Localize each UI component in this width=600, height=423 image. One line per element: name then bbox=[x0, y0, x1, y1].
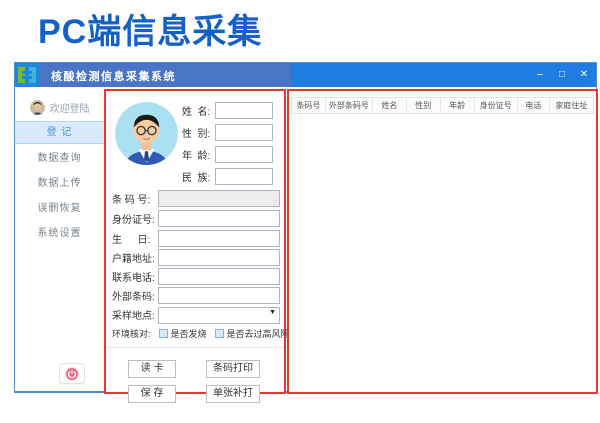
sidebar-menu: 登 记 数据查询 数据上传 误删恢复 系统设置 bbox=[15, 121, 104, 246]
power-button[interactable] bbox=[59, 363, 85, 384]
save-button[interactable]: 保 存 bbox=[128, 385, 176, 403]
single-reprint-button[interactable]: 单张补打 bbox=[206, 385, 260, 403]
external-barcode-input[interactable] bbox=[158, 287, 280, 304]
col-header-phone[interactable]: 电话 bbox=[518, 98, 550, 113]
birthday-label: 生 日: bbox=[112, 231, 158, 246]
field-row-birthday: 生 日: bbox=[112, 230, 280, 247]
page-title: PC端信息采集 bbox=[38, 4, 262, 53]
address-input[interactable] bbox=[158, 249, 280, 266]
records-table-panel: 条码号 外部条码号 姓名 性别 年龄 身份证号 电话 家庭住址 bbox=[287, 89, 598, 394]
age-input[interactable] bbox=[215, 146, 273, 163]
field-row-external-barcode: 外部条码: bbox=[112, 287, 280, 304]
table-header-row: 条码号 外部条码号 姓名 性别 年龄 身份证号 电话 家庭住址 bbox=[291, 97, 594, 114]
col-header-home-address[interactable]: 家庭住址 bbox=[550, 98, 593, 113]
fever-checkbox-label: 是否发烧 bbox=[171, 327, 207, 340]
gender-label: 性 别: bbox=[182, 125, 210, 140]
age-label: 年 龄: bbox=[182, 147, 210, 162]
field-row-phone: 联系电话: bbox=[112, 268, 280, 285]
maximize-button[interactable]: □ bbox=[556, 63, 568, 87]
minimize-button[interactable]: – bbox=[534, 63, 546, 87]
ethnicity-label: 民 族: bbox=[182, 169, 210, 184]
barcode-label: 条 码 号: bbox=[112, 191, 158, 206]
window-controls: – □ ✕ bbox=[534, 63, 590, 87]
window-titlebar: 核酸检测信息采集系统 – □ ✕ bbox=[15, 63, 596, 87]
environment-check-row: 环境核对: 是否发烧 是否去过高风险地区 bbox=[112, 327, 308, 340]
fever-checkbox[interactable] bbox=[159, 329, 168, 338]
id-number-label: 身份证号: bbox=[112, 211, 158, 226]
screenshot-stage: PC端信息采集 核酸检测信息采集系统 – □ ✕ bbox=[0, 0, 600, 423]
user-avatar bbox=[30, 100, 45, 115]
phone-input[interactable] bbox=[158, 268, 280, 285]
field-row-id-number: 身份证号: bbox=[112, 210, 280, 227]
app-logo-icon bbox=[15, 63, 39, 87]
patient-avatar-illustration bbox=[115, 102, 178, 165]
environment-check-label: 环境核对: bbox=[112, 327, 151, 340]
id-number-input[interactable] bbox=[158, 210, 280, 227]
col-header-age[interactable]: 年龄 bbox=[441, 98, 475, 113]
high-risk-area-checkbox[interactable] bbox=[215, 329, 224, 338]
address-label: 户籍地址: bbox=[112, 250, 158, 265]
barcode-input[interactable] bbox=[158, 190, 280, 207]
birthday-input[interactable] bbox=[158, 230, 280, 247]
col-header-name[interactable]: 姓名 bbox=[373, 98, 407, 113]
col-header-external-barcode[interactable]: 外部条码号 bbox=[326, 98, 373, 113]
field-row-address: 户籍地址: bbox=[112, 249, 280, 266]
sampling-site-label: 采样地点: bbox=[112, 307, 158, 322]
name-input[interactable] bbox=[215, 102, 273, 119]
form-divider bbox=[106, 347, 284, 348]
external-barcode-label: 外部条码: bbox=[112, 288, 158, 303]
registration-form-panel: 姓 名: 性 别: 年 龄: 民 族: 条 码 号: 身份证号: bbox=[104, 89, 286, 394]
table-body-empty bbox=[291, 114, 594, 390]
name-label: 姓 名: bbox=[182, 103, 210, 118]
sidebar-item-data-upload[interactable]: 数据上传 bbox=[15, 171, 104, 196]
col-header-id-number[interactable]: 身份证号 bbox=[475, 98, 518, 113]
read-card-button[interactable]: 读 卡 bbox=[128, 360, 176, 378]
field-row-gender: 性 别: bbox=[182, 124, 273, 141]
app-window: 核酸检测信息采集系统 – □ ✕ 欢迎登陆 bbox=[14, 62, 597, 393]
field-row-age: 年 龄: bbox=[182, 146, 273, 163]
sidebar-item-data-query[interactable]: 数据查询 bbox=[15, 146, 104, 171]
field-row-sampling-site: 采样地点: ▼ bbox=[112, 306, 280, 323]
phone-label: 联系电话: bbox=[112, 269, 158, 284]
sampling-site-select[interactable] bbox=[158, 307, 280, 324]
gender-input[interactable] bbox=[215, 124, 273, 141]
field-row-ethnicity: 民 族: bbox=[182, 168, 273, 185]
field-row-barcode: 条 码 号: bbox=[112, 190, 280, 207]
window-title: 核酸检测信息采集系统 bbox=[51, 68, 176, 84]
ethnicity-input[interactable] bbox=[215, 168, 273, 185]
sidebar-item-register[interactable]: 登 记 bbox=[15, 121, 104, 144]
close-button[interactable]: ✕ bbox=[578, 63, 590, 87]
col-header-barcode[interactable]: 条码号 bbox=[292, 98, 326, 113]
col-header-gender[interactable]: 性别 bbox=[407, 98, 441, 113]
field-row-name: 姓 名: bbox=[182, 102, 273, 119]
power-icon bbox=[65, 367, 79, 381]
barcode-print-button[interactable]: 条码打印 bbox=[206, 360, 260, 378]
sidebar-item-undelete[interactable]: 误删恢复 bbox=[15, 196, 104, 221]
sidebar: 欢迎登陆 登 记 数据查询 数据上传 误删恢复 系统设置 bbox=[15, 87, 104, 391]
welcome-label: 欢迎登陆 bbox=[50, 100, 90, 115]
sidebar-item-settings[interactable]: 系统设置 bbox=[15, 221, 104, 246]
welcome-row: 欢迎登陆 bbox=[15, 97, 104, 117]
